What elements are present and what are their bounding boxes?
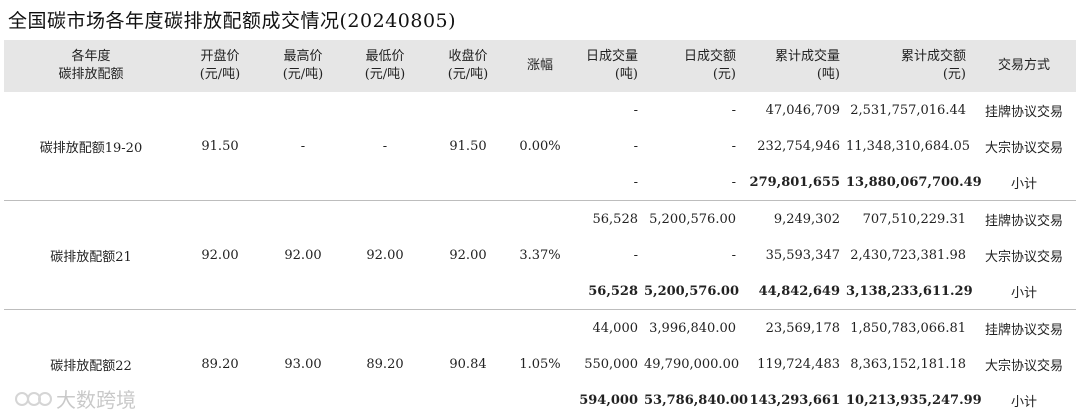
quota-group: 碳排放配额19-20 91.50 - - 91.50 0.00% - - 47,… <box>4 92 1076 201</box>
cum-volume: 9,249,302 <box>742 200 846 237</box>
header-day-volume: 日成交量 (吨) <box>570 40 644 92</box>
day-amount: 53,786,840.00 <box>644 392 749 408</box>
cum-volume: 279,801,655 <box>749 174 840 190</box>
change-pct: 3.37% <box>510 200 570 310</box>
cum-amount: 1,850,783,066.81 <box>846 309 972 346</box>
change-pct: 1.05% <box>510 309 570 418</box>
cum-volume: 143,293,661 <box>749 392 840 408</box>
day-volume: 56,528 <box>588 283 638 299</box>
cum-amount: 8,363,152,181.18 <box>850 356 966 372</box>
cum-amount: 2,430,723,381.98 <box>850 247 966 263</box>
trade-method: 挂牌协议交易 <box>972 200 1076 237</box>
quota-name: 碳排放配额21 <box>4 200 178 310</box>
table-row: 碳排放配额22 89.20 93.00 89.20 90.84 1.05% 44… <box>4 309 1076 418</box>
header-cum-volume: 累计成交量 (吨) <box>742 40 846 92</box>
day-volume: - <box>633 102 638 118</box>
header-high-price: 最高价 (元/吨) <box>262 40 344 92</box>
table-row: 碳排放配额21 92.00 92.00 92.00 92.00 3.37% 56… <box>4 200 1076 310</box>
header-day-amount: 日成交额 (元) <box>644 40 742 92</box>
day-amount: 3,996,840.00 <box>644 309 742 346</box>
trade-method: 小计 <box>1010 394 1037 410</box>
trade-method: 大宗协议交易 <box>984 249 1063 265</box>
low-price: 89.20 <box>344 309 426 418</box>
trade-method: 大宗协议交易 <box>984 358 1063 374</box>
day-volume: - <box>633 174 638 190</box>
close-price: 91.50 <box>449 138 487 154</box>
close-price: 92.00 <box>426 200 510 310</box>
day-amount: - <box>731 174 736 190</box>
change-pct: 0.00% <box>519 138 561 154</box>
header-change: 涨幅 <box>510 40 570 92</box>
page-title: 全国碳市场各年度碳排放配额成交情况(20240805) <box>8 10 457 32</box>
quota-trading-table: 各年度 碳排放配额 开盘价 (元/吨) 最高价 (元/吨) 最低价 (元/吨) 收盘价(… <box>4 40 1076 418</box>
day-amount: 49,790,000.00 <box>644 356 740 372</box>
header-low-price: 最低价 (元/吨) <box>344 40 426 92</box>
table-header: 各年度 碳排放配额 开盘价 (元/吨) 最高价 (元/吨) 最低价 (元/吨) 收盘价(… <box>4 40 1076 92</box>
day-volume: 56,528 <box>570 200 644 237</box>
open-price: 91.50 <box>201 138 239 154</box>
open-price: 89.20 <box>178 309 262 418</box>
trade-method: 大宗协议交易 <box>984 140 1063 156</box>
close-price: 90.84 <box>426 309 510 418</box>
day-amount: - <box>731 247 736 263</box>
header-open-price: 开盘价 (元/吨) <box>178 40 262 92</box>
high-price: 93.00 <box>262 309 344 418</box>
watermark: 大数跨境 <box>14 384 136 413</box>
watermark-text: 大数跨境 <box>56 388 136 412</box>
cum-volume: 232,754,946 <box>757 138 840 154</box>
open-price: 92.00 <box>178 200 262 310</box>
cum-volume: 44,842,649 <box>758 283 840 299</box>
cum-volume: 35,593,347 <box>765 247 840 263</box>
header-close-price: 收盘价 (元/吨) <box>426 40 510 92</box>
cum-amount: 11,348,310,684.05 <box>846 138 971 154</box>
cum-amount: 707,510,229.31 <box>846 200 972 237</box>
table-row: 碳排放配额19-20 91.50 - - 91.50 0.00% - - 47,… <box>4 92 1076 156</box>
quota-group: 碳排放配额22 89.20 93.00 89.20 90.84 1.05% 44… <box>4 309 1076 418</box>
high-price: - <box>300 138 306 154</box>
cum-volume: 47,046,709 <box>765 102 840 118</box>
quota-name: 碳排放配额19-20 <box>39 140 143 156</box>
day-amount: - <box>731 138 736 154</box>
trade-method: 挂牌协议交易 <box>984 104 1063 120</box>
header-cum-amount: 累计成交额 (元) <box>846 40 972 92</box>
low-price: - <box>382 138 388 154</box>
cum-amount: 10,213,935,247.99 <box>846 392 982 408</box>
trade-method: 挂牌协议交易 <box>972 309 1076 346</box>
low-price: 92.00 <box>344 200 426 310</box>
cum-amount: 13,880,067,700.49 <box>846 174 982 190</box>
header-trade-method: 交易方式 <box>972 40 1076 92</box>
header-year-quota: 各年度 碳排放配额 <box>4 40 178 92</box>
high-price: 92.00 <box>262 200 344 310</box>
watermark-logo-icon <box>15 391 52 406</box>
day-amount: 5,200,576.00 <box>644 200 742 237</box>
day-volume: 44,000 <box>570 309 644 346</box>
cum-amount: 3,138,233,611.29 <box>846 283 973 299</box>
day-amount: 5,200,576.00 <box>644 283 739 299</box>
trade-method: 小计 <box>1010 285 1037 301</box>
trade-method: 小计 <box>1010 176 1037 192</box>
cum-volume: 23,569,178 <box>742 309 846 346</box>
cum-volume: 119,724,483 <box>757 356 840 372</box>
day-volume: - <box>633 138 638 154</box>
cum-amount: 2,531,757,016.44 <box>850 102 966 118</box>
day-volume: - <box>633 247 638 263</box>
day-amount: - <box>731 102 736 118</box>
day-volume: 550,000 <box>584 356 638 372</box>
day-volume: 594,000 <box>579 392 638 408</box>
quota-group: 碳排放配额21 92.00 92.00 92.00 92.00 3.37% 56… <box>4 200 1076 310</box>
